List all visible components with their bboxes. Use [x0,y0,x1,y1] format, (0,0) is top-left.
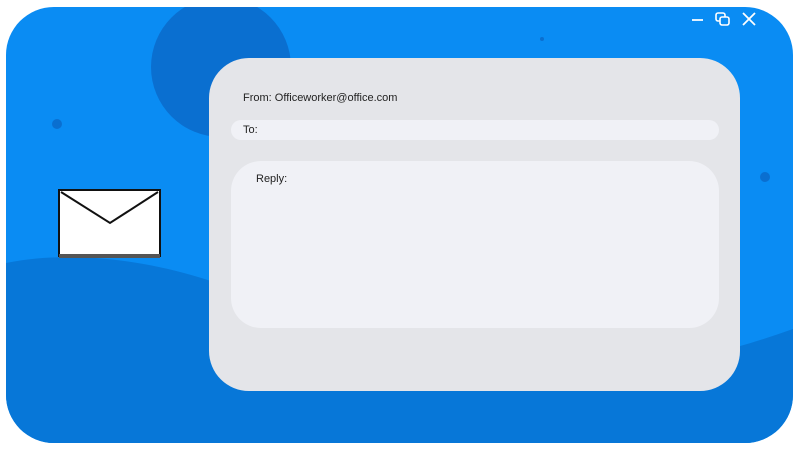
from-address: From: Officeworker@office.com [243,92,398,104]
reply-label: Reply: [256,173,288,185]
close-icon[interactable] [741,11,757,27]
decor-dot-right [760,172,770,182]
decor-dot-left [52,119,62,129]
envelope-icon [58,189,161,258]
restore-icon[interactable] [715,12,731,26]
window-controls [691,9,757,29]
reply-textarea[interactable]: Reply: [231,161,719,328]
app-window: From: Officeworker@office.com To: Reply: [6,7,793,443]
email-compose-card: From: Officeworker@office.com To: Reply: [209,58,740,391]
minimize-icon[interactable] [691,12,705,26]
decor-dot-top [540,37,544,41]
to-label: To: [243,124,258,136]
to-field[interactable]: To: [231,120,719,140]
